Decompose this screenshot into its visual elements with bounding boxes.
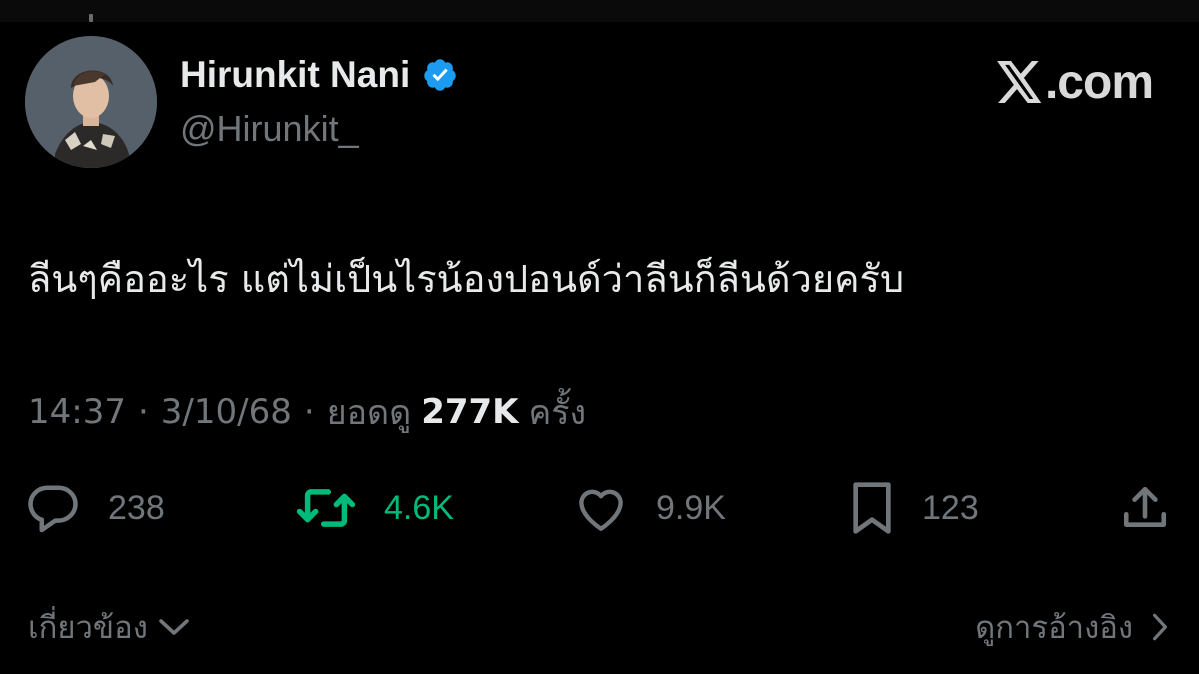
heart-icon (574, 484, 628, 532)
author-name-row: Hirunkit Nani (180, 52, 458, 98)
chevron-right-icon (1151, 611, 1169, 643)
views-unit: ครั้ง (528, 393, 587, 433)
bookmark-count: 123 (922, 488, 979, 527)
retweet-button[interactable]: 4.6K (296, 478, 454, 538)
meta-separator: · (303, 392, 315, 432)
related-link[interactable]: เกี่ยวข้อง (28, 602, 190, 652)
view-quotes-label: ดูการอ้างอิง (975, 610, 1133, 646)
meta-separator: · (137, 392, 149, 432)
author-handle[interactable]: @Hirunkit_ (180, 108, 359, 150)
verified-badge-icon[interactable] (422, 57, 458, 93)
view-quotes-link[interactable]: ดูการอ้างอิง (975, 602, 1169, 652)
tweet-date[interactable]: 3/10/68 (161, 392, 292, 432)
reply-button[interactable]: 238 (26, 478, 165, 538)
bookmark-icon (850, 480, 894, 536)
related-label: เกี่ยวข้อง (28, 610, 148, 646)
tweet-time[interactable]: 14:37 (28, 392, 126, 432)
like-button[interactable]: 9.9K (574, 478, 726, 538)
retweet-count: 4.6K (384, 488, 454, 527)
top-bar (0, 0, 1199, 22)
reply-bubble-icon (26, 483, 80, 533)
share-button[interactable] (1120, 478, 1170, 538)
like-count: 9.9K (656, 488, 726, 527)
status-dot (89, 14, 93, 22)
avatar[interactable] (25, 36, 157, 168)
views-label: ยอดดู (326, 393, 412, 433)
tweet-text: ลีนๆคืออะไร แต่ไม่เป็นไรน้องปอนด์ว่าลีนก… (28, 257, 905, 301)
x-logo-icon (997, 61, 1045, 103)
reply-count: 238 (108, 488, 165, 527)
author-display-name[interactable]: Hirunkit Nani (180, 54, 410, 96)
retweet-icon (296, 485, 356, 531)
share-upload-icon (1120, 483, 1170, 533)
brand-domain-text: .com (1044, 55, 1154, 109)
avatar-image (25, 36, 157, 168)
views-count: 277K (421, 392, 519, 432)
bookmark-button[interactable]: 123 (850, 478, 979, 538)
chevron-down-icon (158, 617, 190, 637)
tweet-meta: 14:37 · 3/10/68 · ยอดดู 277K ครั้ง (28, 390, 586, 434)
brand-watermark: .com (997, 55, 1154, 109)
